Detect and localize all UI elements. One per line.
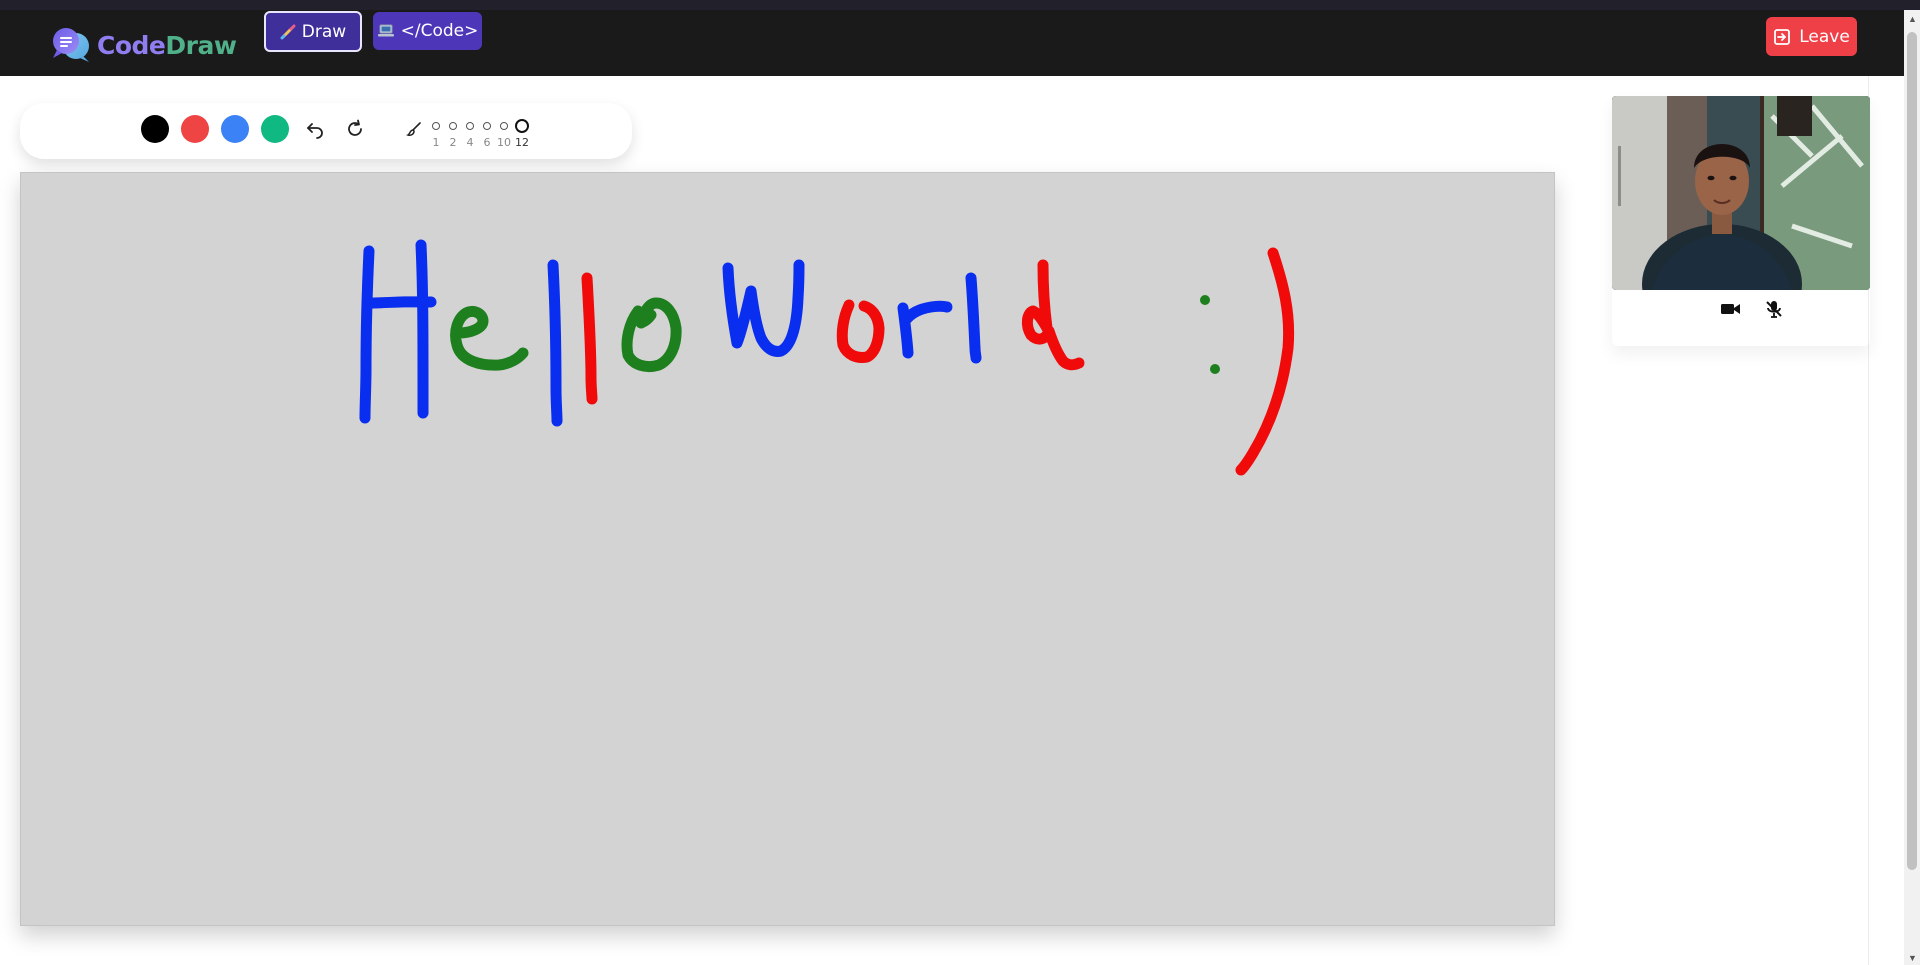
laptop-icon <box>377 24 394 37</box>
camera-icon[interactable] <box>1718 296 1744 322</box>
color-swatch-black[interactable] <box>141 115 169 143</box>
mic-off-icon[interactable] <box>1761 296 1787 322</box>
size-option-4[interactable] <box>466 122 474 130</box>
color-swatch-green[interactable] <box>261 115 289 143</box>
size-label-2: 2 <box>449 136 457 149</box>
size-label-10: 10 <box>497 136 511 149</box>
video-panel <box>1612 96 1870 346</box>
stroke-e <box>450 305 529 371</box>
size-option-12-selected[interactable] <box>515 119 529 133</box>
color-swatch-red[interactable] <box>181 115 209 143</box>
page-scrollbar[interactable]: ▲ ▼ <box>1904 10 1920 965</box>
stroke-o <box>621 297 682 373</box>
code-tab-button[interactable]: </Code> <box>373 12 482 50</box>
size-option-1[interactable] <box>432 122 440 130</box>
scroll-up-arrow-icon[interactable]: ▲ <box>1908 14 1917 24</box>
code-tab-label: </Code> <box>400 21 479 41</box>
redo-icon[interactable] <box>343 117 367 141</box>
logo-text: CodeDraw <box>97 30 237 60</box>
size-option-2[interactable] <box>449 122 457 130</box>
drawing-toolbar: 1 2 4 6 10 12 <box>20 103 632 159</box>
logo[interactable]: CodeDraw <box>50 26 237 64</box>
stroke-l2 <box>581 272 598 405</box>
stroke-colon-bottom <box>1210 364 1220 374</box>
stroke-r <box>897 300 953 359</box>
paintbrush-icon <box>280 24 296 39</box>
webcam-video <box>1612 96 1870 290</box>
drawing-canvas[interactable] <box>20 172 1555 926</box>
size-option-6[interactable] <box>483 122 491 130</box>
size-label-12: 12 <box>515 136 529 149</box>
size-label-1: 1 <box>432 136 440 149</box>
draw-tab-label: Draw <box>301 21 347 42</box>
stroke-l3 <box>965 272 982 364</box>
scroll-thumb[interactable] <box>1907 32 1917 870</box>
hand-drawn-strokes <box>359 239 1295 476</box>
stroke-l1 <box>547 259 563 427</box>
draw-tab-button[interactable]: Draw <box>264 11 362 52</box>
navbar: CodeDraw Draw </Code> Leave <box>0 10 1904 76</box>
color-swatch-blue[interactable] <box>221 115 249 143</box>
leave-label: Leave <box>1799 26 1850 47</box>
brush-icon <box>403 117 427 141</box>
undo-icon[interactable] <box>303 117 327 141</box>
stroke-paren <box>1235 247 1295 476</box>
chat-bubbles-icon <box>53 28 89 62</box>
size-option-10[interactable] <box>500 122 508 130</box>
logout-icon <box>1774 28 1791 45</box>
scroll-down-arrow-icon[interactable]: ▼ <box>1908 953 1917 963</box>
leave-button[interactable]: Leave <box>1766 17 1857 56</box>
stroke-o2 <box>836 299 885 363</box>
stroke-H <box>359 239 437 424</box>
window-top-strip <box>0 0 1920 10</box>
stroke-colon-top <box>1200 295 1210 305</box>
stroke-W <box>722 259 805 357</box>
size-label-4: 4 <box>466 136 474 149</box>
size-label-6: 6 <box>483 136 491 149</box>
stroke-d <box>1021 259 1085 371</box>
